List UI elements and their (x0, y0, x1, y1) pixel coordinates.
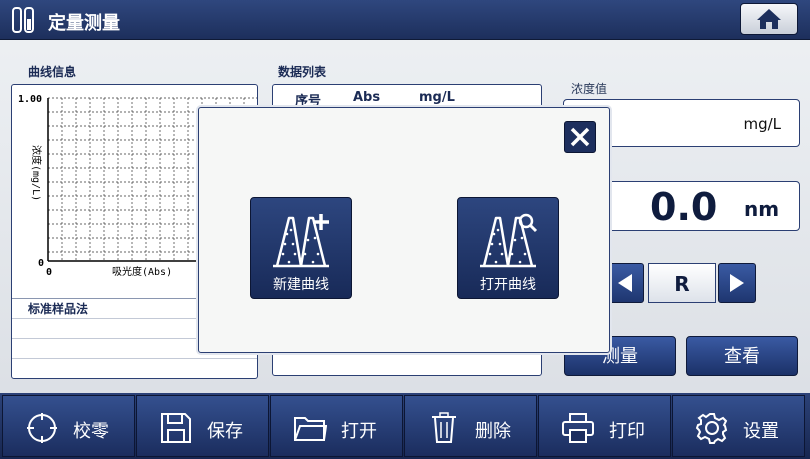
open-curve-label: 打开曲线 (480, 277, 536, 293)
printer-icon (562, 413, 594, 443)
close-icon (570, 127, 590, 147)
folder-icon (294, 417, 327, 441)
delete-button[interactable]: 删除 (404, 395, 537, 457)
save-label: 保存 (207, 421, 243, 442)
home-icon (757, 9, 781, 29)
y-axis-label: 浓度(mg/L) (30, 145, 43, 201)
data-list-label: 数据列表 (278, 65, 327, 79)
open-curve-button[interactable]: 打开曲线 (457, 197, 559, 299)
save-icon (161, 413, 191, 443)
wavelength-value: 0.0 (650, 185, 718, 229)
wavelength-unit: nm (744, 197, 780, 221)
trash-icon (432, 412, 456, 443)
gear-icon (695, 413, 728, 444)
save-button[interactable]: 保存 (136, 395, 269, 457)
title-bar: 定量测量 (0, 0, 810, 40)
home-button[interactable] (740, 3, 798, 35)
mode-prev-button[interactable] (606, 263, 644, 303)
zero-button[interactable]: 校零 (2, 395, 135, 457)
triangle-left-icon (618, 274, 632, 292)
bottom-toolbar: 校零 保存 打开 删除 打印 设置 (0, 393, 810, 459)
delete-label: 删除 (475, 421, 511, 442)
print-button[interactable]: 打印 (538, 395, 671, 457)
y-min-tick: 0 (38, 258, 44, 269)
open-button[interactable]: 打开 (270, 395, 403, 457)
page-title: 定量测量 (48, 13, 120, 34)
column-header-abs: Abs (353, 90, 381, 105)
x-min-tick: 0 (46, 267, 52, 278)
print-label: 打印 (609, 421, 645, 442)
y-max-tick: 1.00 (18, 94, 42, 105)
x-axis-label: 吸光度(Abs) (112, 265, 172, 278)
triangle-right-icon (730, 274, 744, 292)
test-tube-icon (12, 7, 34, 33)
curve-info-label: 曲线信息 (28, 65, 77, 79)
column-header-conc: mg/L (419, 90, 455, 105)
new-curve-button[interactable]: 新建曲线 (250, 197, 352, 299)
mode-value: R (648, 263, 716, 303)
curve-dialog: 新建曲线 打开曲线 (198, 107, 610, 353)
crosshair-icon (27, 413, 57, 443)
mode-next-button[interactable] (718, 263, 756, 303)
new-curve-label: 新建曲线 (273, 277, 329, 293)
settings-label: 设置 (743, 421, 779, 442)
concentration-label: 浓度值 (571, 82, 608, 96)
new-curve-icon (273, 214, 329, 268)
open-curve-icon (480, 213, 538, 268)
settings-button[interactable]: 设置 (672, 395, 805, 457)
open-label: 打开 (341, 421, 377, 442)
zero-label: 校零 (73, 421, 109, 442)
view-button[interactable]: 查看 (686, 336, 798, 376)
dialog-close-button[interactable] (564, 121, 596, 153)
concentration-unit: mg/L (743, 115, 781, 133)
